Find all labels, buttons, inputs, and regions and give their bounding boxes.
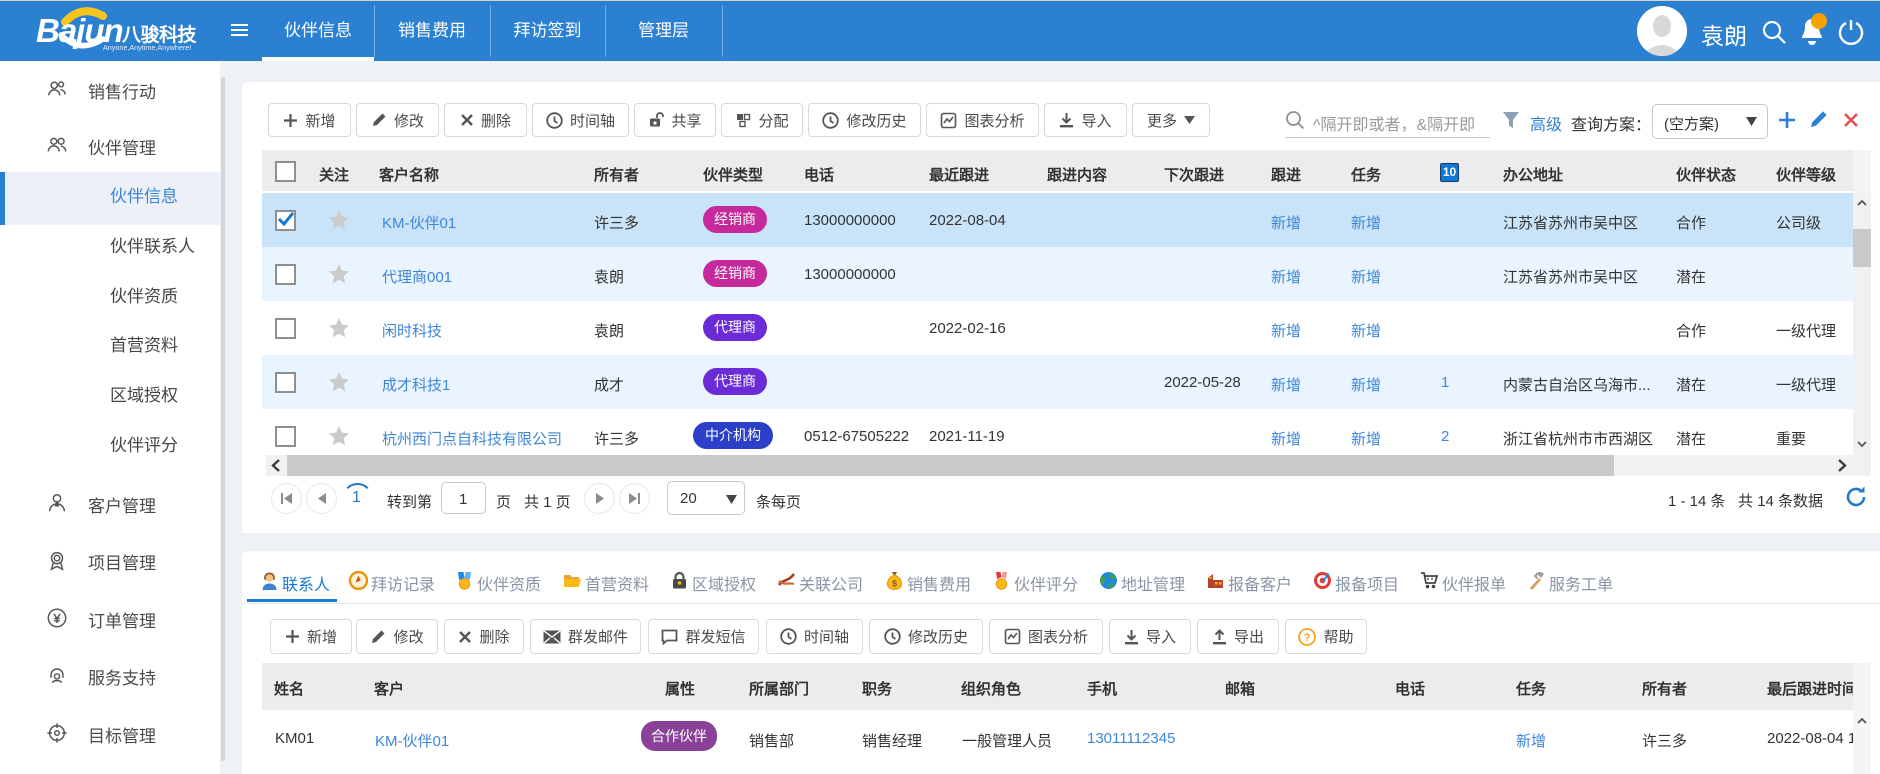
svg-text:$: $ <box>892 579 897 589</box>
svg-text:?: ? <box>1304 632 1311 644</box>
